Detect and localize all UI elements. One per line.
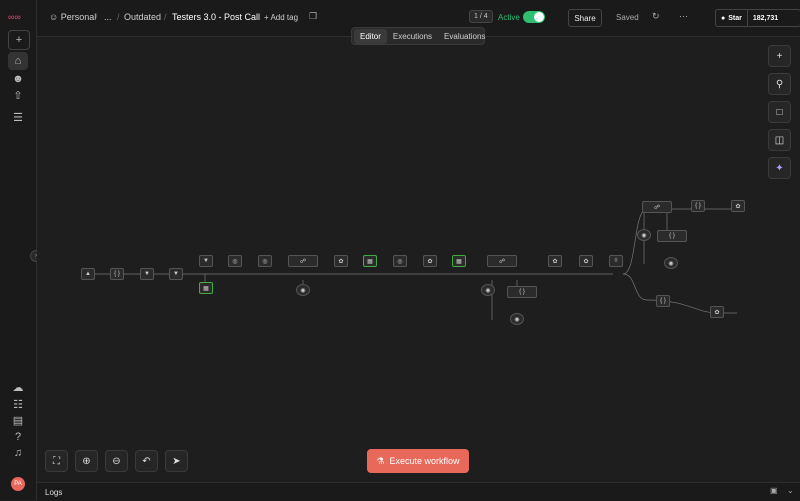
subnode[interactable]: ◉ bbox=[637, 229, 651, 241]
share-button[interactable]: Share bbox=[568, 9, 602, 27]
more-options-icon[interactable]: ⋯ bbox=[679, 11, 688, 22]
sheets-node[interactable]: ▦ bbox=[452, 255, 466, 267]
subnode[interactable]: ◉ bbox=[481, 284, 495, 296]
logs-label: Logs bbox=[45, 488, 63, 497]
switch-node[interactable]: ◊ bbox=[609, 255, 623, 267]
filter-node[interactable]: ▼ bbox=[140, 268, 154, 280]
flask-icon: ⚗ bbox=[376, 455, 385, 466]
breadcrumb-separator: / bbox=[95, 12, 98, 22]
active-toggle[interactable] bbox=[523, 11, 545, 23]
openai-node[interactable]: ✿ bbox=[548, 255, 562, 267]
undo-icon[interactable]: ↶ bbox=[135, 450, 158, 472]
home-icon[interactable]: ⌂ bbox=[8, 52, 28, 70]
sheets-node[interactable]: ▦ bbox=[363, 255, 377, 267]
workflow-name[interactable]: Testers 3.0 - Post Call bbox=[172, 12, 260, 22]
ai-agent-node[interactable]: ☍ bbox=[487, 255, 517, 267]
ai-agent-node[interactable]: ☍ bbox=[642, 201, 672, 213]
chevron-down-icon[interactable]: ⌄ bbox=[787, 486, 794, 495]
breadcrumb-ellipsis[interactable]: ... bbox=[104, 12, 112, 22]
bell-icon[interactable]: ♫ bbox=[8, 444, 28, 462]
add-node-button[interactable]: + bbox=[768, 45, 791, 67]
layers-icon[interactable]: ☰ bbox=[8, 108, 28, 126]
zoom-in-icon[interactable]: ⊕ bbox=[75, 450, 98, 472]
filter-node[interactable]: ▼ bbox=[199, 255, 213, 267]
add-icon[interactable]: + bbox=[8, 30, 30, 50]
code-node[interactable]: { } bbox=[656, 295, 670, 307]
star-count: 182,731 bbox=[746, 10, 783, 26]
breadcrumb-project[interactable]: ☺ Personal bbox=[49, 12, 96, 22]
project-label: Personal bbox=[60, 12, 97, 22]
subnode[interactable]: ◉ bbox=[296, 284, 310, 296]
openai-node[interactable]: ✿ bbox=[579, 255, 593, 267]
panel-toggle-icon[interactable]: ◫ bbox=[768, 129, 791, 151]
code-node[interactable]: { } bbox=[110, 268, 124, 280]
breadcrumb-folder[interactable]: Outdated bbox=[124, 12, 161, 22]
sheets-node[interactable]: ▦ bbox=[199, 282, 213, 294]
subnode[interactable]: ◉ bbox=[664, 257, 678, 269]
openai-node[interactable]: ✿ bbox=[710, 306, 724, 318]
sticky-note-icon[interactable]: □ bbox=[768, 101, 791, 123]
insights-icon[interactable]: ▤ bbox=[8, 411, 28, 429]
add-tag-button[interactable]: + Add tag bbox=[264, 13, 298, 22]
github-icon: ● bbox=[721, 14, 726, 22]
cloud-icon[interactable]: ☁ bbox=[8, 378, 28, 396]
ai-agent-node[interactable]: ☍ bbox=[288, 255, 318, 267]
pager: 1 / 4 bbox=[469, 10, 493, 23]
share-icon[interactable]: ⇧ bbox=[8, 86, 28, 104]
n8n-logo[interactable]: ∞∞ bbox=[8, 12, 21, 22]
github-star-button[interactable]: ● Star 182,731 bbox=[715, 9, 800, 27]
model-subnode[interactable]: { } bbox=[507, 286, 537, 298]
active-label: Active bbox=[498, 13, 520, 22]
openai-node[interactable]: ✿ bbox=[334, 255, 348, 267]
star-label: Star bbox=[728, 14, 742, 22]
history-icon[interactable]: ↻ bbox=[652, 11, 660, 22]
zoom-out-icon[interactable]: ⊖ bbox=[105, 450, 128, 472]
tab-evaluations[interactable]: Evaluations bbox=[438, 29, 491, 44]
workflow-canvas[interactable]: ▲ { } ▼ ▼ ▼ ▦ ◎ ◎ ☍ ◉ ✿ ▦ ◎ ✿ ▦ ☍ ◉ { } … bbox=[37, 37, 800, 482]
left-sidebar: ∞∞ + ⌂ ☻ ⇧ ☰ ☁ ☷ ▤ ? ♫ PA › bbox=[0, 0, 42, 500]
toggle-knob bbox=[534, 12, 544, 22]
panel-icon[interactable]: ▣ bbox=[770, 486, 778, 495]
tab-editor[interactable]: Editor bbox=[354, 28, 387, 44]
ai-assistant-icon[interactable]: ✦ bbox=[768, 157, 791, 179]
model-subnode[interactable]: { } bbox=[657, 230, 687, 242]
search-icon[interactable]: ⚲ bbox=[768, 73, 791, 95]
code-node[interactable]: { } bbox=[691, 200, 705, 212]
filter-node[interactable]: ▼ bbox=[169, 268, 183, 280]
avatar[interactable]: PA bbox=[11, 477, 25, 491]
http-node[interactable]: ◎ bbox=[258, 255, 272, 267]
saved-label: Saved bbox=[616, 13, 639, 22]
http-node[interactable]: ◎ bbox=[393, 255, 407, 267]
trigger-node[interactable]: ▲ bbox=[81, 268, 95, 280]
view-tabs: Editor Executions Evaluations bbox=[351, 27, 485, 45]
breadcrumb-separator: / bbox=[164, 12, 167, 22]
connections bbox=[83, 208, 737, 320]
openai-node[interactable]: ✿ bbox=[423, 255, 437, 267]
logs-bar[interactable]: Logs ▣ ⌄ bbox=[37, 482, 800, 501]
fit-view-icon[interactable]: ⛶ bbox=[45, 450, 68, 472]
execute-workflow-button[interactable]: ⚗ Execute workflow bbox=[367, 449, 469, 473]
pointer-icon[interactable]: ➤ bbox=[165, 450, 188, 472]
breadcrumb-separator: / bbox=[117, 12, 120, 22]
subnode[interactable]: ◉ bbox=[510, 313, 524, 325]
execute-label: Execute workflow bbox=[389, 456, 460, 466]
http-node[interactable]: ◎ bbox=[228, 255, 242, 267]
duplicate-icon[interactable]: ❐ bbox=[309, 11, 317, 22]
openai-node[interactable]: ✿ bbox=[731, 200, 745, 212]
tab-executions[interactable]: Executions bbox=[387, 29, 438, 44]
